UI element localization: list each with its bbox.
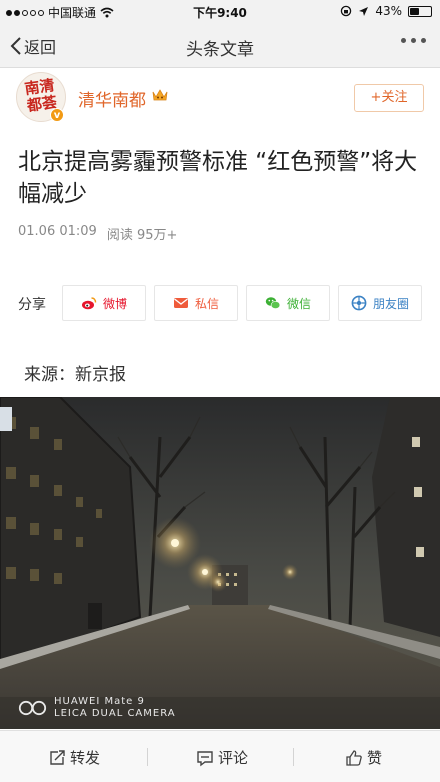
- location-arrow-icon: [359, 6, 369, 16]
- moments-icon: [351, 295, 367, 311]
- status-bar-right: 43%: [340, 4, 432, 18]
- article-title: 北京提高雾霾预警标准 “红色预警”将大幅减少: [18, 149, 418, 207]
- comment-button[interactable]: 评论: [196, 747, 248, 768]
- vip-crown-icon: [152, 89, 168, 101]
- battery-fill: [410, 7, 419, 15]
- share-moments-label: 朋友圈: [372, 296, 409, 311]
- wechat-icon: [265, 297, 281, 309]
- bottom-divider: [293, 748, 294, 766]
- battery-icon: [408, 5, 432, 17]
- comment-label: 评论: [218, 749, 249, 767]
- nav-bar: 返回 头条文章: [0, 24, 440, 68]
- orientation-lock-icon: [341, 5, 352, 17]
- article-date: 01.06 01:09: [18, 224, 97, 239]
- share-weibo-button[interactable]: 微博: [62, 285, 146, 321]
- leica-rings-icon: [18, 700, 47, 716]
- like-button[interactable]: 赞: [345, 747, 382, 768]
- like-label: 赞: [367, 749, 383, 767]
- more-dot: [401, 38, 406, 43]
- more-dot: [421, 38, 426, 43]
- share-moments-button[interactable]: 朋友圈: [338, 285, 422, 321]
- article-meta: 01.06 01:09 阅读 95万+: [18, 224, 177, 243]
- weibo-icon: [81, 297, 97, 310]
- repost-icon: [50, 749, 65, 765]
- more-dot: [411, 38, 416, 43]
- share-message-label: 私信: [194, 296, 219, 311]
- source-label: 来源：: [24, 365, 75, 385]
- status-bar: 中国联通 下午9:40 43%: [0, 0, 440, 24]
- thumbs-up-icon: [346, 749, 362, 766]
- source-value: 新京报: [75, 365, 126, 385]
- author-name[interactable]: 清华南都: [78, 86, 146, 111]
- share-label: 分享: [18, 297, 46, 313]
- battery-percent: 43%: [375, 4, 402, 18]
- bottom-action-bar: 转发 评论 赞: [0, 730, 440, 782]
- article-source: 来源：新京报: [24, 360, 126, 385]
- watermark-line-1: HUAWEI Mate 9: [54, 696, 145, 707]
- verified-badge: v: [50, 108, 64, 122]
- page-title: 头条文章: [186, 40, 254, 60]
- mail-icon: [173, 298, 188, 308]
- share-wechat-button[interactable]: 微信: [246, 285, 330, 321]
- share-weibo-label: 微博: [102, 296, 127, 311]
- night-street-photo: [0, 397, 440, 729]
- camera-watermark: HUAWEI Mate 9 LEICA DUAL CAMERA: [18, 696, 176, 720]
- follow-button[interactable]: +关注: [354, 84, 424, 112]
- author-row: 南清 都荟 v 清华南都 +关注: [0, 68, 440, 130]
- share-message-button[interactable]: 私信: [154, 285, 238, 321]
- article-reads: 阅读 95万+: [106, 228, 178, 243]
- article-photo[interactable]: [0, 397, 440, 729]
- share-wechat-label: 微信: [286, 296, 311, 311]
- comment-icon: [197, 750, 213, 766]
- watermark-text: HUAWEI Mate 9 LEICA DUAL CAMERA: [54, 696, 176, 720]
- watermark-line-2: LEICA DUAL CAMERA: [54, 708, 176, 719]
- bottom-divider: [147, 748, 148, 766]
- repost-label: 转发: [70, 749, 101, 767]
- repost-button[interactable]: 转发: [48, 747, 100, 768]
- more-options-icon[interactable]: [401, 38, 426, 43]
